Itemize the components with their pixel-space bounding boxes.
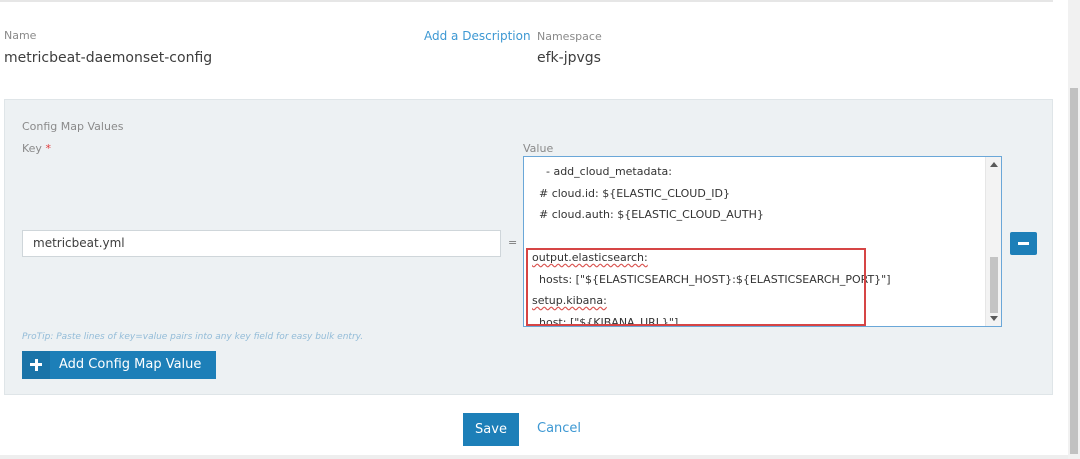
value-line: # cloud.id: ${ELASTIC_CLOUD_ID} bbox=[532, 186, 731, 200]
required-mark: * bbox=[45, 142, 51, 155]
add-config-map-value-label: Add Config Map Value bbox=[59, 357, 202, 372]
namespace-label: Namespace bbox=[537, 30, 602, 43]
key-input[interactable]: metricbeat.yml bbox=[22, 230, 501, 257]
name-label: Name bbox=[4, 29, 37, 42]
equals-sign: = bbox=[508, 236, 518, 249]
page-scroll-thumb[interactable] bbox=[1070, 88, 1078, 454]
minus-icon bbox=[1018, 242, 1029, 245]
remove-value-button[interactable] bbox=[1010, 232, 1037, 255]
top-divider bbox=[0, 0, 1053, 2]
textarea-scrollbar[interactable] bbox=[985, 157, 1001, 326]
config-map-title: Config Map Values bbox=[22, 120, 124, 133]
name-value: metricbeat-daemonset-config bbox=[4, 50, 213, 66]
value-line: # cloud.auth: ${ELASTIC_CLOUD_AUTH} bbox=[532, 208, 764, 221]
page-scrollbar[interactable] bbox=[1068, 0, 1080, 459]
add-config-map-value-button[interactable]: Add Config Map Value bbox=[22, 351, 216, 379]
value-label: Value bbox=[523, 142, 554, 155]
textarea-scroll-thumb[interactable] bbox=[990, 257, 998, 313]
save-button[interactable]: Save bbox=[463, 413, 519, 446]
value-line: - add_cloud_metadata: bbox=[532, 165, 672, 178]
scroll-up-arrow-icon[interactable] bbox=[990, 162, 998, 167]
add-description-link[interactable]: Add a Description bbox=[424, 29, 531, 43]
value-line bbox=[532, 226, 891, 248]
cancel-link[interactable]: Cancel bbox=[537, 421, 581, 436]
namespace-value: efk-jpvgs bbox=[537, 50, 601, 66]
highlight-annotation bbox=[526, 248, 866, 326]
scroll-down-arrow-icon[interactable] bbox=[990, 316, 998, 321]
protip-text: ProTip: Paste lines of key=value pairs i… bbox=[22, 332, 364, 342]
key-label: Key * bbox=[22, 142, 51, 155]
bottom-divider bbox=[0, 455, 1068, 459]
plus-icon bbox=[22, 351, 50, 379]
key-label-text: Key bbox=[22, 142, 42, 155]
